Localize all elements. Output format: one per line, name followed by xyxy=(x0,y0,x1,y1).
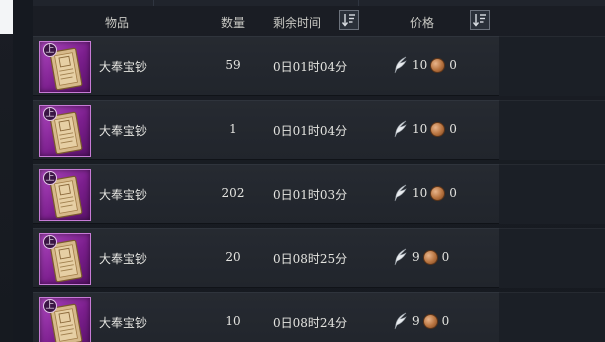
column-header-item: 物品 xyxy=(105,16,130,30)
grade-badge-icon: 上 xyxy=(43,107,57,121)
item-icon-frame[interactable]: 上 xyxy=(39,297,91,342)
price-sub-amount: 0 xyxy=(441,314,450,328)
price-main-amount: 10 xyxy=(412,186,428,200)
item-icon-frame[interactable]: 上 xyxy=(39,169,91,221)
price-sub-amount: 0 xyxy=(449,186,457,200)
column-header-time-left: 剩余时间 xyxy=(273,16,322,30)
price-main-amount: 10 xyxy=(412,122,428,136)
listing-row-tail xyxy=(499,100,605,160)
item-quantity: 1 xyxy=(229,122,237,136)
item-time-left: 0日08时24分 xyxy=(273,316,348,330)
item-price: 10 0 xyxy=(393,120,457,138)
background-window-edge xyxy=(0,0,13,34)
item-time-left: 0日08时25分 xyxy=(273,252,348,266)
listing-row-tail xyxy=(499,228,605,288)
copper-coin-icon xyxy=(430,185,446,201)
item-icon-frame[interactable]: 上 xyxy=(39,233,91,285)
price-sub-amount: 0 xyxy=(449,58,457,72)
feather-currency-icon xyxy=(394,248,407,266)
listing-row[interactable]: 上 大奉宝钞 59 0日01时04分 10 0 xyxy=(33,36,499,96)
listing-row-tail xyxy=(499,164,605,224)
sort-descending-icon xyxy=(341,14,355,27)
feather-currency-icon xyxy=(394,56,407,74)
price-sub-amount: 0 xyxy=(449,122,457,136)
copper-coin-icon xyxy=(430,121,446,137)
item-price: 9 0 xyxy=(393,312,449,330)
item-quantity: 202 xyxy=(221,186,245,200)
listing-row[interactable]: 上 大奉宝钞 202 0日01时03分 10 0 xyxy=(33,164,499,224)
item-time-left: 0日01时03分 xyxy=(273,188,348,202)
item-time-left: 0日01时04分 xyxy=(273,60,348,74)
sort-descending-icon xyxy=(472,14,486,27)
item-quantity: 20 xyxy=(225,250,241,264)
column-header-quantity: 数量 xyxy=(221,16,246,30)
item-quantity: 59 xyxy=(225,58,241,72)
price-sub-amount: 0 xyxy=(441,250,450,264)
feather-currency-icon xyxy=(394,184,407,202)
item-quantity: 10 xyxy=(225,314,241,328)
feather-currency-icon xyxy=(394,312,407,330)
column-header-price: 价格 xyxy=(410,16,435,30)
item-name: 大奉宝钞 xyxy=(99,124,148,138)
copper-coin-icon xyxy=(422,313,438,329)
grade-badge-icon: 上 xyxy=(43,43,57,57)
feather-currency-icon xyxy=(394,120,407,138)
item-name: 大奉宝钞 xyxy=(99,188,148,202)
item-name: 大奉宝钞 xyxy=(99,252,148,266)
price-main-amount: 10 xyxy=(412,58,428,72)
item-time-left: 0日01时04分 xyxy=(273,124,348,138)
item-name: 大奉宝钞 xyxy=(99,60,148,74)
listing-header: 物品 数量 剩余时间 价格 xyxy=(33,6,605,38)
listing-row[interactable]: 上 大奉宝钞 1 0日01时04分 10 0 xyxy=(33,100,499,160)
copper-coin-icon xyxy=(430,57,446,73)
grade-badge-icon: 上 xyxy=(43,235,57,249)
listing-row[interactable]: 上 大奉宝钞 20 0日08时25分 9 0 xyxy=(33,228,499,288)
listing-row[interactable]: 上 大奉宝钞 10 0日08时24分 9 0 xyxy=(33,292,499,342)
sort-time-button[interactable] xyxy=(339,10,359,30)
item-price: 10 0 xyxy=(393,56,457,74)
left-gutter xyxy=(13,0,33,342)
item-icon-frame[interactable]: 上 xyxy=(39,105,91,157)
item-name: 大奉宝钞 xyxy=(99,316,148,330)
item-icon-frame[interactable]: 上 xyxy=(39,41,91,93)
listing-row-tail xyxy=(499,36,605,96)
auction-listing-screen: 物品 数量 剩余时间 价格 上 大奉宝钞 59 0日01时04分 10 0 上 … xyxy=(0,0,605,342)
price-main-amount: 9 xyxy=(412,250,420,264)
sort-price-button[interactable] xyxy=(470,10,490,30)
listing-row-tail xyxy=(499,292,605,342)
grade-badge-icon: 上 xyxy=(43,299,57,313)
price-main-amount: 9 xyxy=(412,314,420,328)
copper-coin-icon xyxy=(422,249,438,265)
item-price: 10 0 xyxy=(393,184,457,202)
grade-badge-icon: 上 xyxy=(43,171,57,185)
item-price: 9 0 xyxy=(393,248,449,266)
